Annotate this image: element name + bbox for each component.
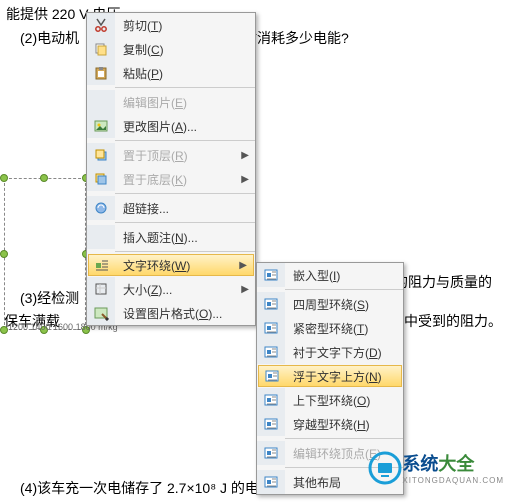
copy-icon <box>87 37 115 61</box>
w-icon <box>257 292 285 316</box>
menu2-item[interactable]: 嵌入型(I) <box>257 263 403 287</box>
menu1-item[interactable]: 超链接... <box>87 196 255 220</box>
menu1-item[interactable]: 复制(C) <box>87 37 255 61</box>
context-menu: 剪切(T)复制(C)粘贴(P)编辑图片(E)更改图片(A)...置于顶层(R)▶… <box>86 12 256 326</box>
menu2-item[interactable]: 穿越型环绕(H) <box>257 412 403 436</box>
doc-line-5: (4)该车充一次电储存了 2.7×10⁸ J 的电能 <box>20 478 273 498</box>
menu1-item[interactable]: 大小(Z)...▶ <box>87 277 255 301</box>
logo-text-2: 大全 <box>438 454 474 474</box>
format-icon <box>87 301 115 325</box>
w-icon <box>257 388 285 412</box>
menu-separator <box>285 438 403 439</box>
menu-separator <box>115 140 255 141</box>
doc-line-3b: 的阻力与质量的 <box>394 272 492 292</box>
image-selection-box[interactable] <box>4 178 86 330</box>
menu-separator <box>115 251 255 252</box>
menu2-item[interactable]: 紧密型环绕(T) <box>257 316 403 340</box>
menu-item-label: 超链接... <box>115 200 255 217</box>
menu1-item[interactable]: 粘贴(P) <box>87 61 255 85</box>
w-icon <box>257 470 285 494</box>
menu-item-label: 紧密型环绕(T) <box>285 320 403 337</box>
menu-item-label: 更改图片(A)... <box>115 118 255 135</box>
w-icon <box>259 364 285 388</box>
menu-item-label: 浮于文字上方(N) <box>285 368 401 385</box>
menu2-item[interactable]: 衬于文字下方(D) <box>257 340 403 364</box>
menu-item-label: 置于底层(K) <box>115 171 241 188</box>
menu-item-label: 编辑图片(E) <box>115 94 255 111</box>
menu1-item[interactable]: 更改图片(A)... <box>87 114 255 138</box>
menu-item-label: 文字环绕(W) <box>115 257 239 274</box>
menu-separator <box>115 193 255 194</box>
menu-separator <box>115 222 255 223</box>
menu-item-label: 置于顶层(R) <box>115 147 241 164</box>
menu1-item: 置于顶层(R)▶ <box>87 143 255 167</box>
logo-subtext: XITONGDAQUAN.COM <box>402 476 504 485</box>
menu1-item[interactable]: 剪切(T) <box>87 13 255 37</box>
menu-separator <box>285 289 403 290</box>
menu-item-label: 嵌入型(I) <box>285 267 403 284</box>
submenu-arrow-icon: ▶ <box>241 284 255 295</box>
selection-handle[interactable] <box>0 326 8 334</box>
menu2-item[interactable]: 上下型环绕(O) <box>257 388 403 412</box>
selection-handle[interactable] <box>0 174 8 182</box>
back-icon <box>87 167 115 191</box>
menu-separator <box>115 87 255 88</box>
menu1-item[interactable]: 文字环绕(W)▶ <box>88 254 254 276</box>
selection-handle[interactable] <box>40 174 48 182</box>
w-icon <box>257 441 285 465</box>
submenu-arrow-icon: ▶ <box>239 260 253 271</box>
blank-icon <box>87 225 115 249</box>
w-icon <box>257 263 285 287</box>
wrap-icon <box>89 253 115 277</box>
blank-icon <box>87 90 115 114</box>
menu-item-label: 大小(Z)... <box>115 281 241 298</box>
link-icon <box>87 196 115 220</box>
front-icon <box>87 143 115 167</box>
w-icon <box>257 412 285 436</box>
menu-item-label: 剪切(T) <box>115 17 255 34</box>
logo-icon <box>368 451 402 485</box>
change-icon <box>87 114 115 138</box>
size-icon <box>87 277 115 301</box>
menu-item-label: 设置图片格式(O)... <box>115 305 255 322</box>
submenu-arrow-icon: ▶ <box>241 174 255 185</box>
menu-item-label: 衬于文字下方(D) <box>285 344 403 361</box>
selection-handle[interactable] <box>0 250 8 258</box>
menu-item-label: 四周型环绕(S) <box>285 296 403 313</box>
w-icon <box>257 316 285 340</box>
watermark-logo: 系统大全 XITONGDAQUAN.COM <box>368 450 504 485</box>
doc-line-2a: (2)电动机 <box>20 28 79 48</box>
menu1-item[interactable]: 插入题注(N)... <box>87 225 255 249</box>
paste-icon <box>87 61 115 85</box>
cut-icon <box>87 13 115 37</box>
doc-line-2b: 时消耗多少电能? <box>243 28 349 48</box>
menu1-item[interactable]: 设置图片格式(O)... <box>87 301 255 325</box>
submenu-arrow-icon: ▶ <box>241 150 255 161</box>
menu-item-label: 插入题注(N)... <box>115 229 255 246</box>
doc-line-4b: 中受到的阻力。 <box>404 311 502 331</box>
menu1-item: 编辑图片(E) <box>87 90 255 114</box>
menu2-item[interactable]: 四周型环绕(S) <box>257 292 403 316</box>
w-icon <box>257 340 285 364</box>
menu-item-label: 穿越型环绕(H) <box>285 416 403 433</box>
menu-item-label: 复制(C) <box>115 41 255 58</box>
menu1-item: 置于底层(K)▶ <box>87 167 255 191</box>
menu2-item[interactable]: 浮于文字上方(N) <box>258 365 402 387</box>
menu-item-label: 上下型环绕(O) <box>285 392 403 409</box>
logo-text-1: 系统 <box>402 454 438 474</box>
menu-item-label: 粘贴(P) <box>115 65 255 82</box>
